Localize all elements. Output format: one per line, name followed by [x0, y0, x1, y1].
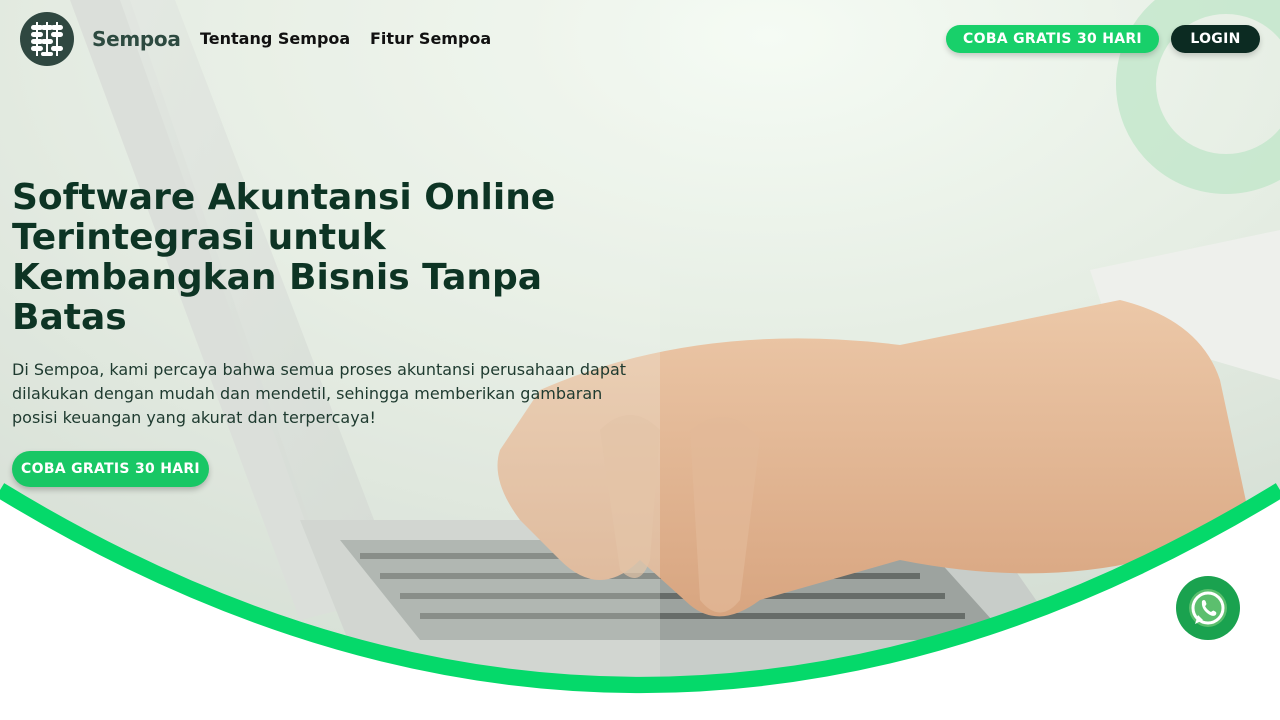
- brand-name[interactable]: Sempoa: [92, 27, 181, 51]
- whatsapp-chat-button[interactable]: [1176, 576, 1240, 640]
- hero-headline: Software Akuntansi Online Terintegrasi u…: [12, 177, 556, 338]
- abacus-logo-icon[interactable]: [20, 12, 74, 66]
- whatsapp-icon: [1189, 589, 1227, 627]
- top-navigation: Sempoa Tentang Sempoa Fitur Sempoa COBA …: [0, 0, 1280, 78]
- nav-link-fitur-sempoa[interactable]: Fitur Sempoa: [370, 29, 491, 48]
- free-trial-hero-button[interactable]: COBA GRATIS 30 HARI: [12, 451, 209, 487]
- nav-link-tentang-sempoa[interactable]: Tentang Sempoa: [200, 29, 350, 48]
- hero-description: Di Sempoa, kami percaya bahwa semua pros…: [12, 360, 627, 427]
- free-trial-nav-button[interactable]: COBA GRATIS 30 HARI: [946, 25, 1159, 53]
- login-button[interactable]: LOGIN: [1171, 25, 1260, 53]
